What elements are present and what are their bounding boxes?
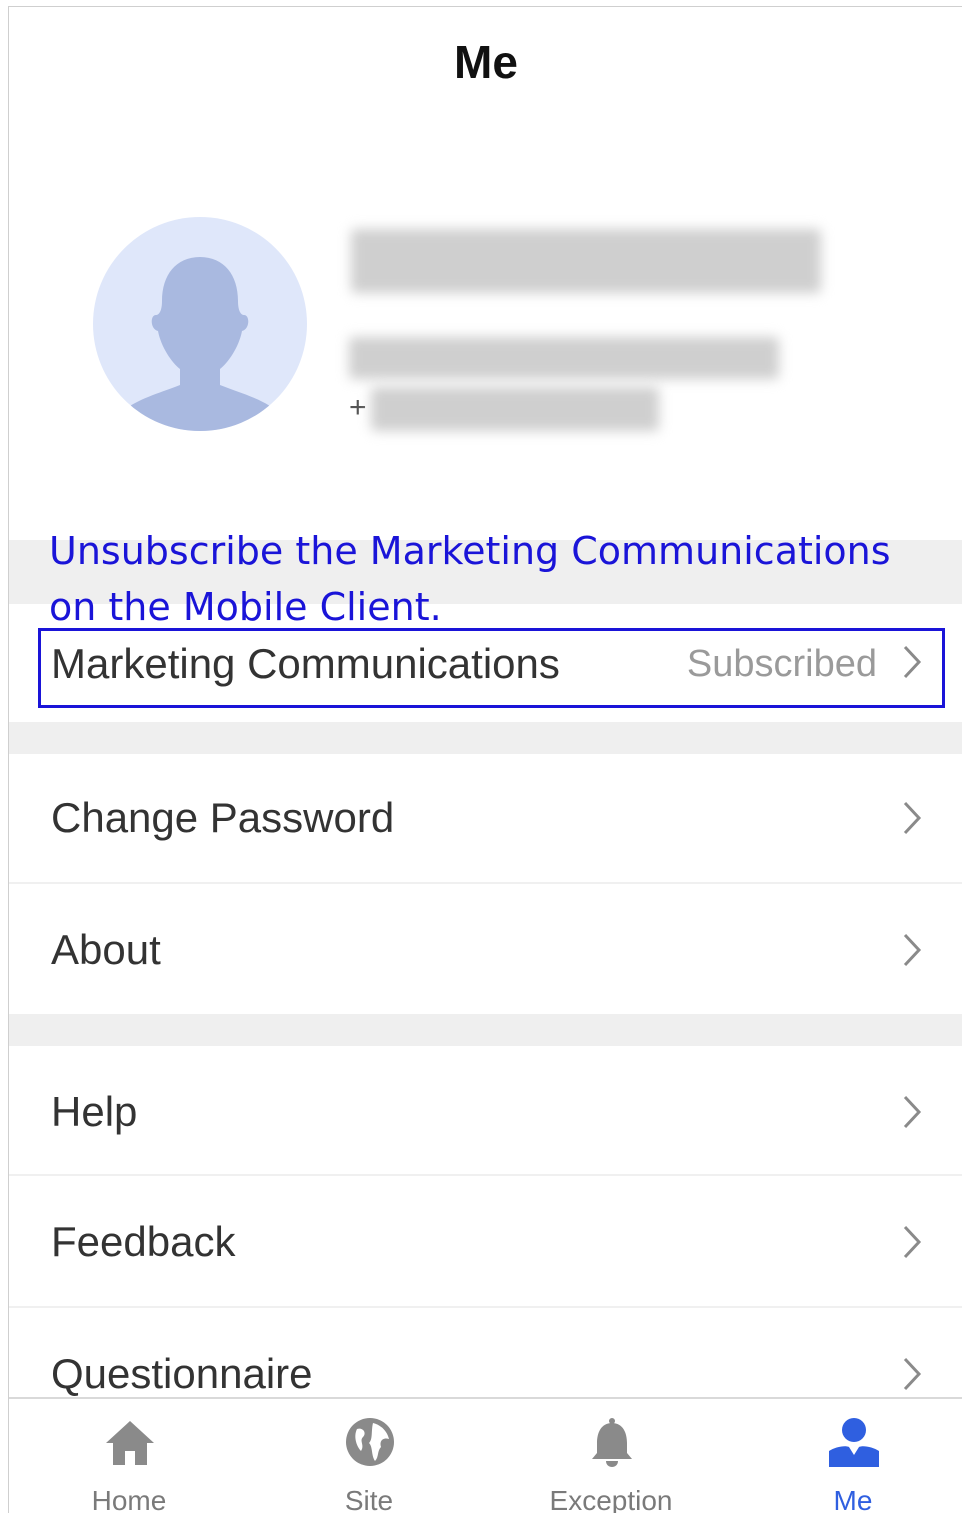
menu-item-label: Feedback xyxy=(51,1218,236,1265)
bottom-tab-bar: Home Site Exception Center Me xyxy=(9,1397,962,1513)
menu-item-help[interactable]: Help xyxy=(9,1046,962,1174)
chevron-right-icon xyxy=(903,1225,922,1259)
tab-label: Home xyxy=(91,1485,167,1513)
menu-item-label: Help xyxy=(51,1088,138,1135)
menu-item-questionnaire[interactable]: Questionnaire xyxy=(9,1308,962,1397)
person-silhouette-icon xyxy=(116,257,284,431)
me-screen: Me + Marketing Communications Subscribed… xyxy=(8,6,962,1513)
chevron-right-icon xyxy=(903,933,922,967)
tab-site[interactable]: Site xyxy=(269,1399,469,1513)
section-gap xyxy=(9,1014,962,1046)
phone-prefix: + xyxy=(349,391,367,424)
menu-item-feedback[interactable]: Feedback xyxy=(9,1176,962,1306)
globe-icon xyxy=(346,1418,394,1466)
bell-icon xyxy=(592,1418,632,1467)
chevron-right-icon xyxy=(903,1357,922,1391)
home-icon xyxy=(106,1421,154,1465)
email-redacted xyxy=(349,337,779,379)
section-gap xyxy=(9,722,962,754)
phone-redacted xyxy=(371,387,659,431)
tab-label: Site xyxy=(344,1485,394,1513)
page-title: Me xyxy=(454,36,518,88)
tab-home[interactable]: Home xyxy=(29,1399,229,1513)
menu-item-label: Change Password xyxy=(51,794,395,841)
menu-item-about[interactable]: About xyxy=(9,884,962,1014)
tab-exception-center[interactable]: Exception Center xyxy=(511,1399,711,1513)
tab-label: Exception Center xyxy=(549,1485,673,1513)
highlight-box xyxy=(38,628,945,708)
chevron-right-icon xyxy=(903,1095,922,1129)
menu-item-change-password[interactable]: Change Password xyxy=(9,754,962,882)
person-icon xyxy=(829,1418,879,1467)
chevron-right-icon xyxy=(903,801,922,835)
annotation-text: Unsubscribe the Marketing Communications… xyxy=(49,529,891,629)
tab-me[interactable]: Me xyxy=(753,1399,953,1513)
account-name-redacted xyxy=(351,229,821,293)
avatar[interactable] xyxy=(93,217,307,431)
menu-item-label: Questionnaire xyxy=(51,1350,313,1397)
tab-label: Me xyxy=(833,1485,873,1513)
menu-item-label: About xyxy=(51,926,161,973)
